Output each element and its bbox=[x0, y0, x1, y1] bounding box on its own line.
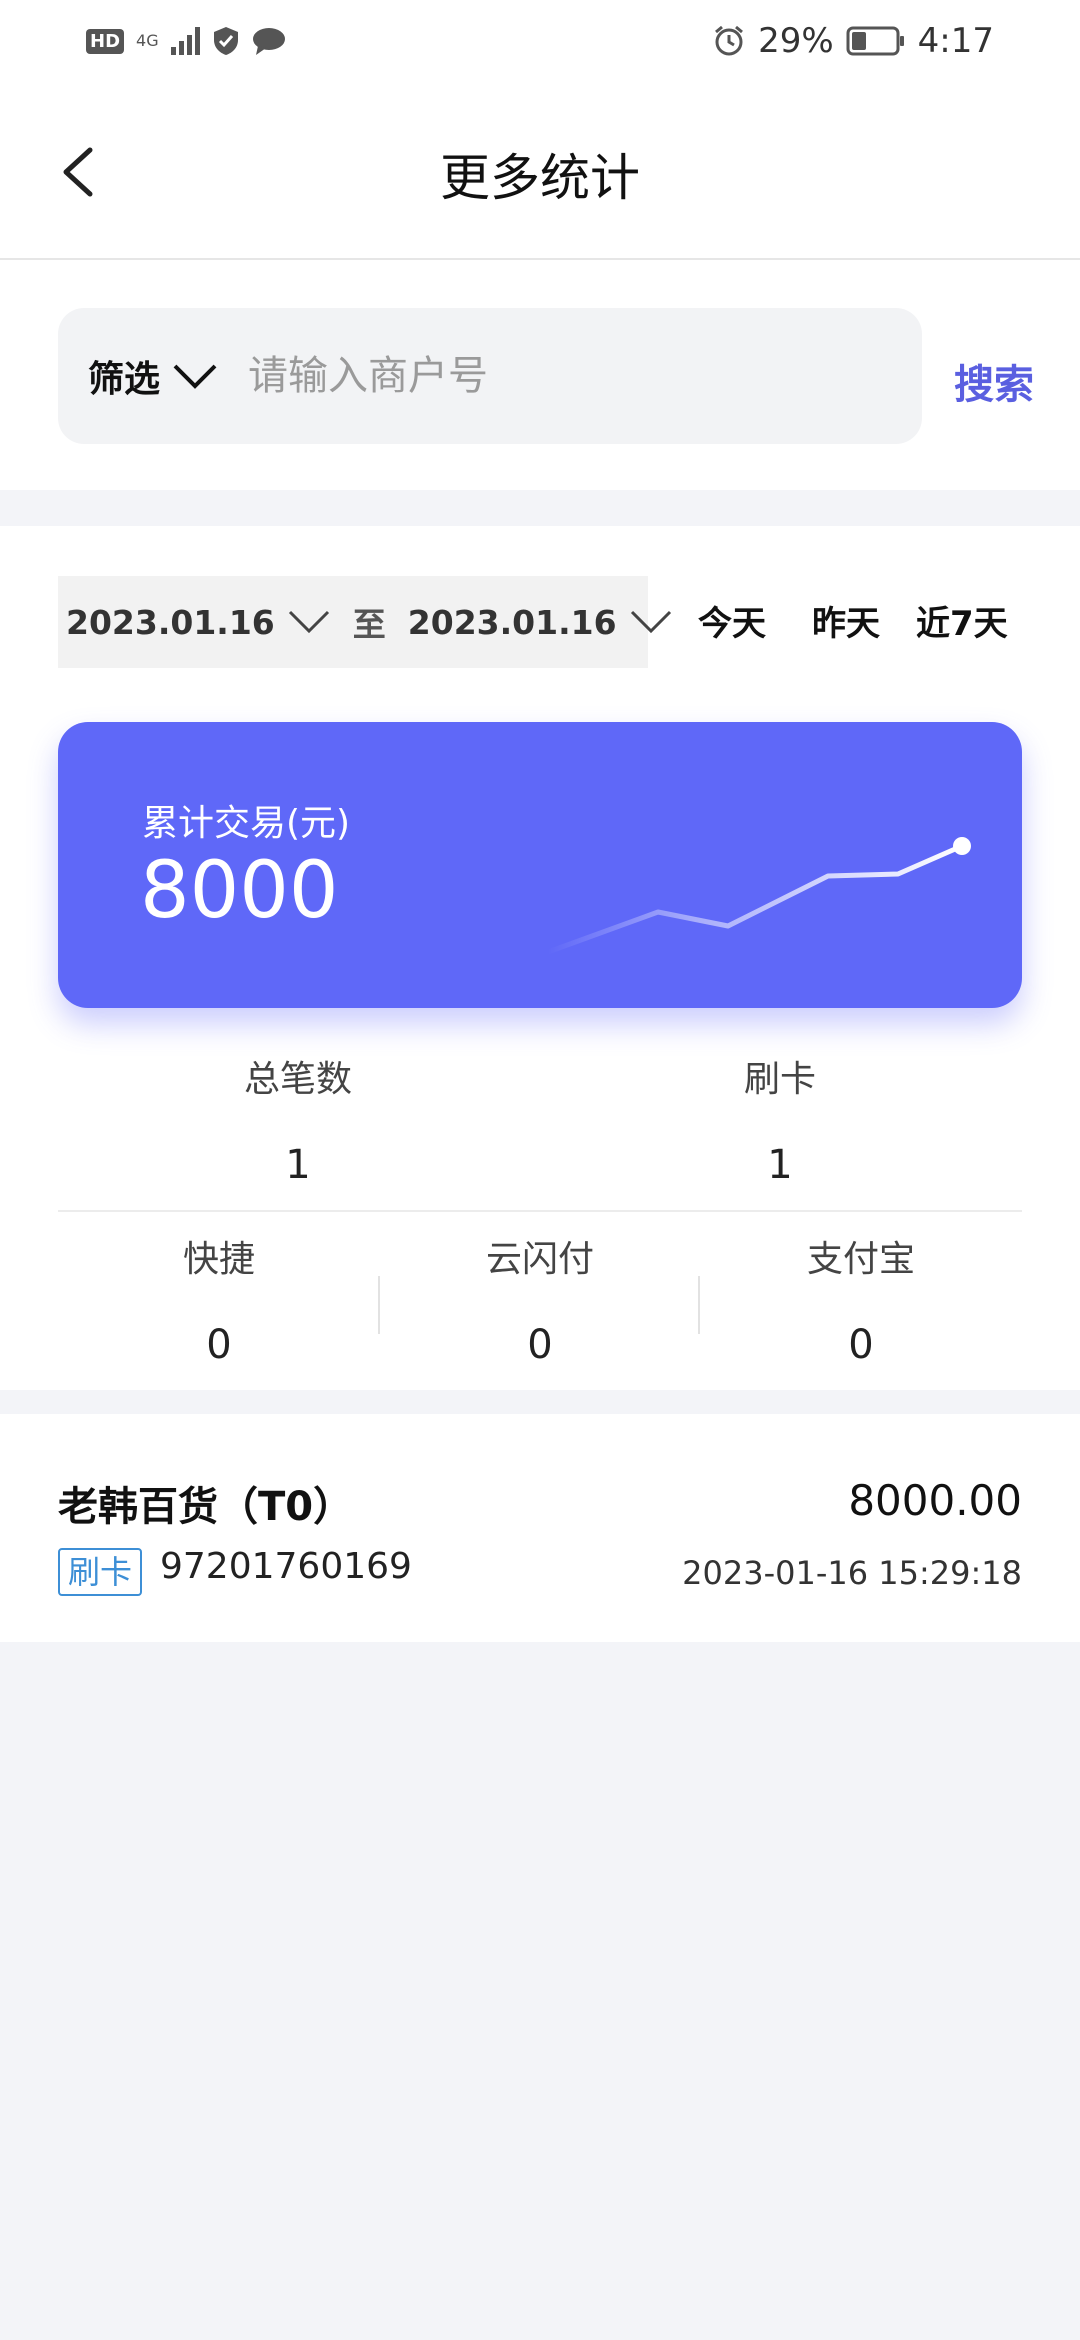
stat-label: 快捷 bbox=[182, 1239, 255, 1280]
stat-unionpay: 云闪付 0 bbox=[380, 1230, 700, 1368]
chevron-down-icon bbox=[173, 364, 217, 389]
merchant-search-input[interactable] bbox=[246, 352, 851, 400]
hd-icon: HD bbox=[86, 28, 125, 54]
stats-section: 2023.01.16 至 2023.01.16 今天 昨天 近7天 累计交易(元… bbox=[0, 526, 1080, 1390]
status-right: 29% 4:17 bbox=[712, 21, 994, 61]
alarm-icon bbox=[715, 25, 744, 56]
date-range-picker: 2023.01.16 至 2023.01.16 bbox=[58, 576, 671, 668]
stat-label: 云闪付 bbox=[485, 1239, 594, 1280]
end-date: 2023.01.16 bbox=[407, 602, 617, 642]
end-date-picker[interactable]: 2023.01.16 bbox=[408, 603, 673, 642]
date-separator: 至 bbox=[352, 605, 386, 644]
start-date: 2023.01.16 bbox=[66, 602, 275, 642]
battery-percent: 29% bbox=[758, 21, 834, 61]
transaction-amount: 8000.00 bbox=[848, 1476, 1022, 1525]
stat-value: 0 bbox=[206, 1322, 232, 1368]
filter-button[interactable]: 筛选 bbox=[58, 350, 246, 402]
battery-icon bbox=[846, 26, 904, 56]
signal-icon bbox=[170, 27, 200, 55]
stat-value: 0 bbox=[848, 1322, 874, 1368]
stat-total-count: 总笔数 1 bbox=[58, 1050, 538, 1188]
merchant-number: 97201760169 bbox=[160, 1546, 412, 1587]
payment-type-badge: 刷卡 bbox=[58, 1548, 143, 1596]
start-date-picker[interactable]: 2023.01.16 bbox=[66, 603, 331, 642]
stat-card-swipe: 刷卡 1 bbox=[540, 1050, 1020, 1188]
page-title: 更多统计 bbox=[440, 149, 640, 207]
status-left: HD 4G bbox=[86, 26, 286, 56]
divider bbox=[58, 1210, 1022, 1212]
stat-label: 支付宝 bbox=[806, 1239, 915, 1280]
stat-value: 0 bbox=[527, 1322, 553, 1368]
stat-label: 总笔数 bbox=[243, 1059, 352, 1100]
stat-value: 1 bbox=[767, 1142, 793, 1188]
summary-card: 累计交易(元) 8000 bbox=[58, 722, 1022, 1008]
search-button[interactable]: 搜索 bbox=[954, 352, 1034, 410]
filter-label: 筛选 bbox=[88, 359, 161, 400]
stat-quick-pay: 快捷 0 bbox=[58, 1230, 380, 1368]
clock: 4:17 bbox=[917, 21, 994, 61]
merchant-name: 老韩百货（T0） bbox=[58, 1484, 354, 1530]
search-section: 筛选 搜索 bbox=[0, 260, 1080, 490]
quick-yesterday[interactable]: 昨天 bbox=[812, 596, 880, 645]
search-box: 筛选 bbox=[58, 308, 922, 444]
transaction-time: 2023-01-16 15:29:18 bbox=[682, 1554, 1022, 1592]
message-icon bbox=[252, 28, 285, 55]
network-label: 4G bbox=[136, 31, 159, 50]
quick-today[interactable]: 今天 bbox=[698, 596, 766, 645]
shield-icon bbox=[213, 27, 238, 55]
summary-label: 累计交易(元) bbox=[142, 803, 351, 844]
chevron-down-icon bbox=[288, 610, 329, 634]
quick-last-7-days[interactable]: 近7天 bbox=[916, 596, 1008, 645]
summary-value: 8000 bbox=[140, 846, 339, 936]
stat-value: 1 bbox=[285, 1142, 311, 1188]
stat-alipay: 支付宝 0 bbox=[700, 1230, 1022, 1368]
transaction-item[interactable]: 老韩百货（T0） 刷卡 97201760169 8000.00 2023-01-… bbox=[0, 1414, 1080, 1642]
chevron-down-icon bbox=[630, 610, 671, 634]
stat-label: 刷卡 bbox=[743, 1059, 816, 1100]
trend-line-icon bbox=[547, 837, 971, 955]
app-bar: 更多统计 bbox=[0, 82, 1080, 260]
status-bar: HD 4G 29% 4:17 bbox=[0, 0, 1080, 82]
